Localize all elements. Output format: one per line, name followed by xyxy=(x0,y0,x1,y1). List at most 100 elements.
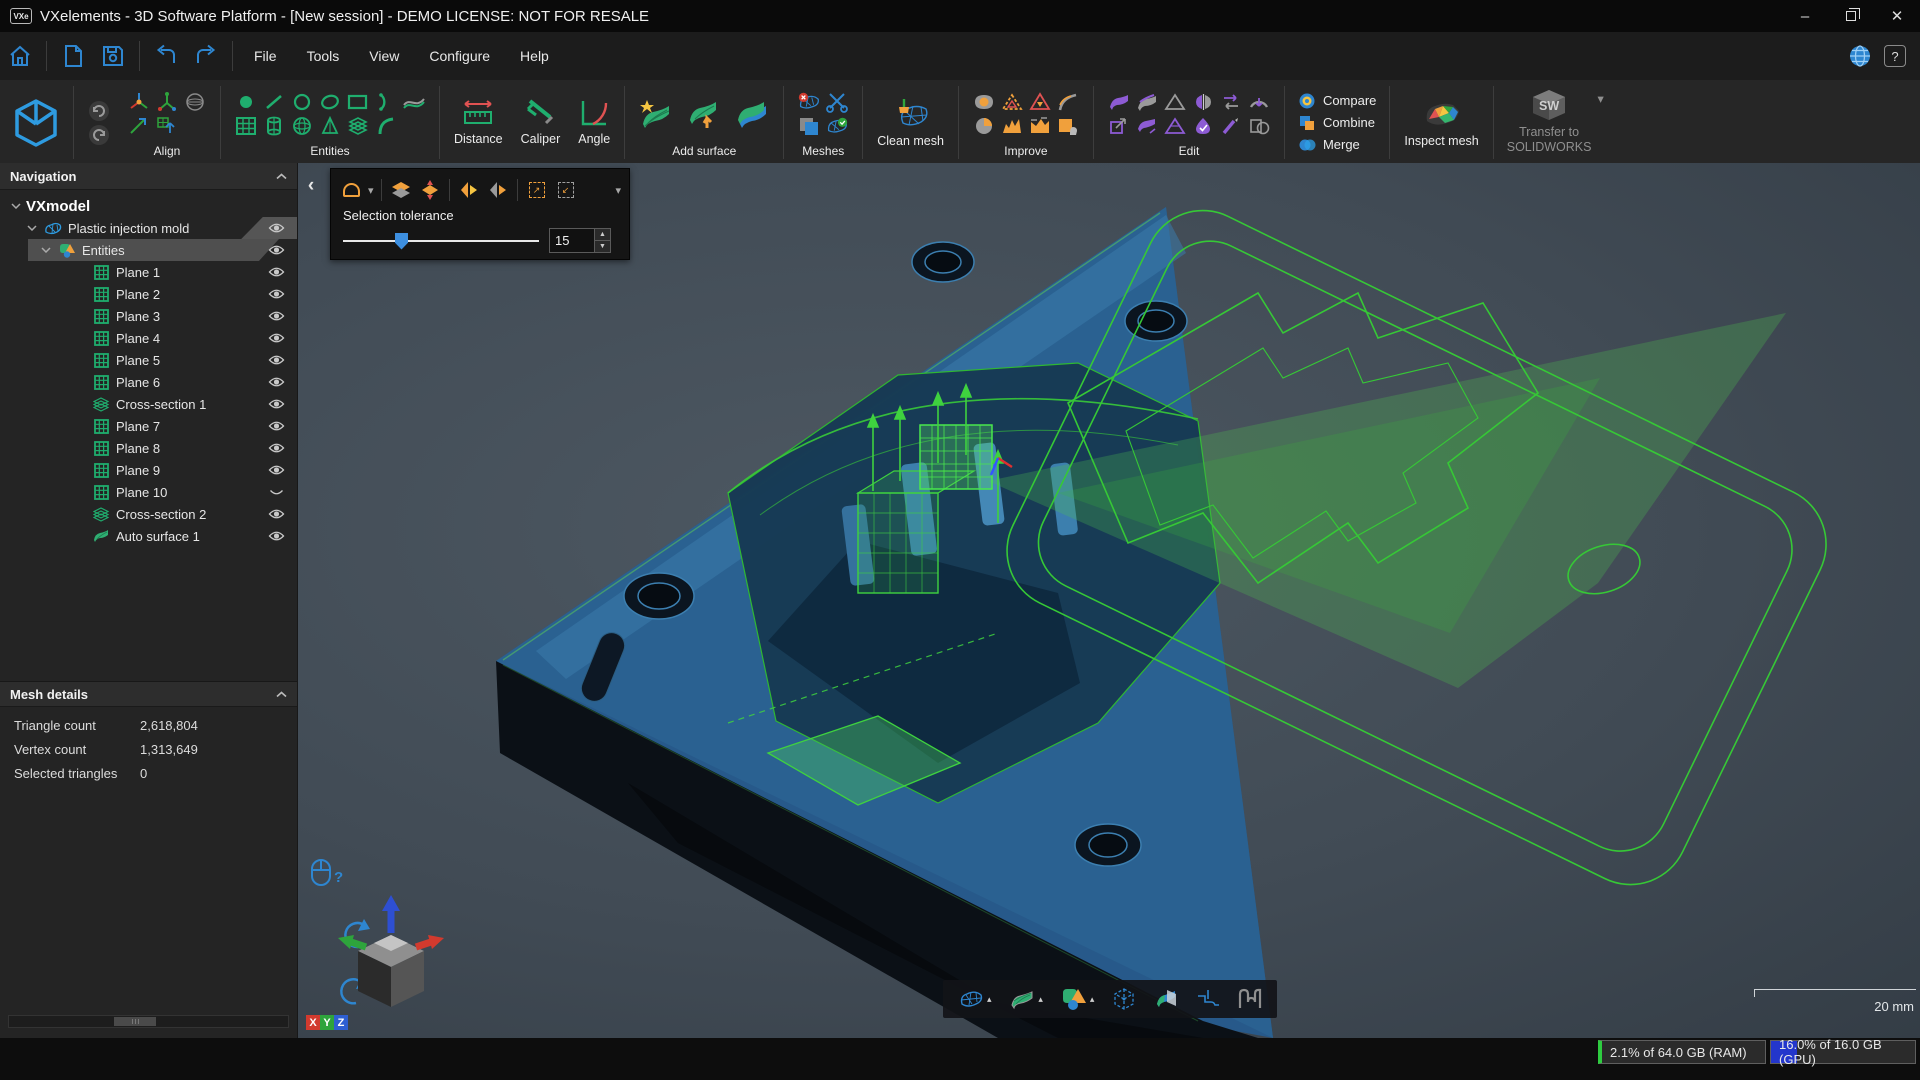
web-globe-icon[interactable] xyxy=(1848,44,1872,68)
shrink-selection-button[interactable]: ↙ xyxy=(554,178,578,202)
compare-button[interactable]: Compare xyxy=(1298,92,1376,110)
mesh-delete-button[interactable] xyxy=(797,91,821,113)
mesh-display-dropup-caret[interactable]: ▴ xyxy=(987,994,992,1005)
entities-display-dropup-caret[interactable]: ▴ xyxy=(1090,994,1095,1005)
slider-track[interactable] xyxy=(343,240,539,242)
restore-button[interactable] xyxy=(1828,0,1874,32)
entity-sphere-button[interactable] xyxy=(290,115,314,137)
grow-selection-button[interactable]: ↗ xyxy=(525,178,549,202)
visibility-eye-open-icon[interactable] xyxy=(268,442,285,454)
tree-item-plane-9[interactable]: Plane 9 xyxy=(0,459,297,481)
collapse-mesh-details-chevron-icon[interactable] xyxy=(276,691,287,698)
visibility-eye-open-icon[interactable] xyxy=(268,266,285,278)
entity-ellipse-button[interactable] xyxy=(318,91,342,113)
cross-section-view-button[interactable] xyxy=(1151,985,1181,1013)
entity-plane-button[interactable] xyxy=(234,115,258,137)
visibility-eye-open-icon[interactable] xyxy=(268,332,285,344)
visibility-eye-open-icon[interactable] xyxy=(268,354,285,366)
entity-arc-button[interactable] xyxy=(374,91,398,113)
align-surface-button[interactable] xyxy=(183,91,207,113)
tree-item-cross-section-1[interactable]: Cross-section 1 xyxy=(0,393,297,415)
edit-flip-button[interactable] xyxy=(1219,91,1243,113)
entity-cross-section-button[interactable] xyxy=(346,115,370,137)
mesh-compare-regions-button[interactable] xyxy=(797,115,821,137)
visibility-eye-open-icon[interactable] xyxy=(268,376,285,388)
transfer-solidworks-button[interactable]: SW Transfer to SOLIDWORKS ▾ xyxy=(1499,82,1612,163)
tree-item-vxmodel[interactable]: VXmodel xyxy=(0,195,297,217)
selection-shape-dropdown-caret[interactable]: ▾ xyxy=(368,184,374,197)
tree-item-plane-3[interactable]: Plane 3 xyxy=(0,305,297,327)
close-button[interactable]: ✕ xyxy=(1874,0,1920,32)
undo-button[interactable] xyxy=(149,39,183,73)
angle-button[interactable]: Angle xyxy=(569,82,619,163)
tree-item-plane-2[interactable]: Plane 2 xyxy=(0,283,297,305)
entity-spline-button[interactable] xyxy=(402,91,426,113)
visibility-eye-open-icon[interactable] xyxy=(268,244,285,256)
tree-item-entities[interactable]: Entities xyxy=(0,239,297,261)
mesh-validate-button[interactable] xyxy=(825,115,849,137)
help-button[interactable]: ? xyxy=(1884,45,1906,67)
menu-view[interactable]: View xyxy=(354,32,414,80)
visibility-eye-open-icon[interactable] xyxy=(268,530,285,542)
panel-horizontal-scrollbar[interactable] xyxy=(8,1015,289,1028)
expand-chevron-icon[interactable] xyxy=(36,247,56,253)
transfer-dropdown-caret[interactable]: ▾ xyxy=(1598,88,1604,107)
edit-scale-button[interactable] xyxy=(1107,115,1131,137)
tree-item-plane-7[interactable]: Plane 7 xyxy=(0,415,297,437)
add-surface-new-button[interactable] xyxy=(638,97,674,131)
vxmodel-module[interactable] xyxy=(4,82,68,163)
visibility-eye-open-icon[interactable] xyxy=(268,288,285,300)
section-profile-button[interactable] xyxy=(1193,985,1223,1013)
surface-display-dropup-caret[interactable]: ▴ xyxy=(1038,994,1043,1005)
visibility-eye-open-icon[interactable] xyxy=(268,398,285,410)
align-best-fit-button[interactable] xyxy=(127,91,151,113)
edit-triangle-button[interactable] xyxy=(1163,91,1187,113)
scrollbar-thumb[interactable] xyxy=(114,1017,156,1026)
entity-rectangle-button[interactable] xyxy=(346,91,370,113)
new-session-button[interactable] xyxy=(56,39,90,73)
mesh-split-button[interactable] xyxy=(825,91,849,113)
bounding-box-button[interactable] xyxy=(1109,984,1139,1014)
home-button[interactable] xyxy=(3,39,37,73)
tree-item-auto-surface-1[interactable]: Auto surface 1 xyxy=(0,525,297,547)
menu-help[interactable]: Help xyxy=(505,32,564,80)
navigation-cube[interactable] xyxy=(336,895,446,1013)
edit-orient-button[interactable] xyxy=(1247,91,1271,113)
tree-item-plane-1[interactable]: Plane 1 xyxy=(0,261,297,283)
tree-item-cross-section-2[interactable]: Cross-section 2 xyxy=(0,503,297,525)
visibility-eye-open-icon[interactable] xyxy=(268,310,285,322)
slider-handle[interactable] xyxy=(395,233,408,250)
remesh-button[interactable] xyxy=(1028,115,1052,137)
viewport-3d-scene[interactable] xyxy=(298,163,1920,1038)
clean-mesh-button[interactable]: Clean mesh xyxy=(868,82,953,163)
invert-selection-button[interactable] xyxy=(486,178,510,202)
align-points-button[interactable] xyxy=(155,91,179,113)
expand-chevron-icon[interactable] xyxy=(22,225,42,231)
tree-item-plane-6[interactable]: Plane 6 xyxy=(0,371,297,393)
add-surface-manual-button[interactable] xyxy=(686,97,722,131)
fill-partial-button[interactable] xyxy=(1000,91,1024,113)
selection-tolerance-slider[interactable] xyxy=(343,232,539,250)
selection-more-dropdown-caret[interactable]: ▾ xyxy=(615,184,621,197)
visibility-eye-open-icon[interactable] xyxy=(268,508,285,520)
flip-selection-button[interactable] xyxy=(457,178,481,202)
edit-offset-button[interactable] xyxy=(1135,91,1159,113)
mesh-details-header[interactable]: Mesh details xyxy=(0,681,297,707)
visibility-eye-open-icon[interactable] xyxy=(268,420,285,432)
combine-button[interactable]: Combine xyxy=(1298,114,1376,132)
tree-item-plane-8[interactable]: Plane 8 xyxy=(0,437,297,459)
reduce-button[interactable] xyxy=(1000,115,1024,137)
menu-file[interactable]: File xyxy=(239,32,292,80)
distance-button[interactable]: Distance xyxy=(445,82,512,163)
caliper-button[interactable]: Caliper xyxy=(512,82,570,163)
edit-extend-button[interactable] xyxy=(1135,115,1159,137)
tree-item-plastic-injection-mold[interactable]: Plastic injection mold xyxy=(0,217,297,239)
spinner-down-button[interactable]: ▼ xyxy=(595,241,610,252)
edit-waterproof-button[interactable] xyxy=(1191,115,1215,137)
selection-tolerance-input[interactable] xyxy=(550,229,594,252)
mesh-display-button[interactable]: ▴ xyxy=(955,985,995,1013)
merge-button[interactable]: Merge xyxy=(1298,136,1376,154)
menu-configure[interactable]: Configure xyxy=(414,32,505,80)
entity-cylinder-button[interactable] xyxy=(262,115,286,137)
fill-holes-button[interactable] xyxy=(972,91,996,113)
